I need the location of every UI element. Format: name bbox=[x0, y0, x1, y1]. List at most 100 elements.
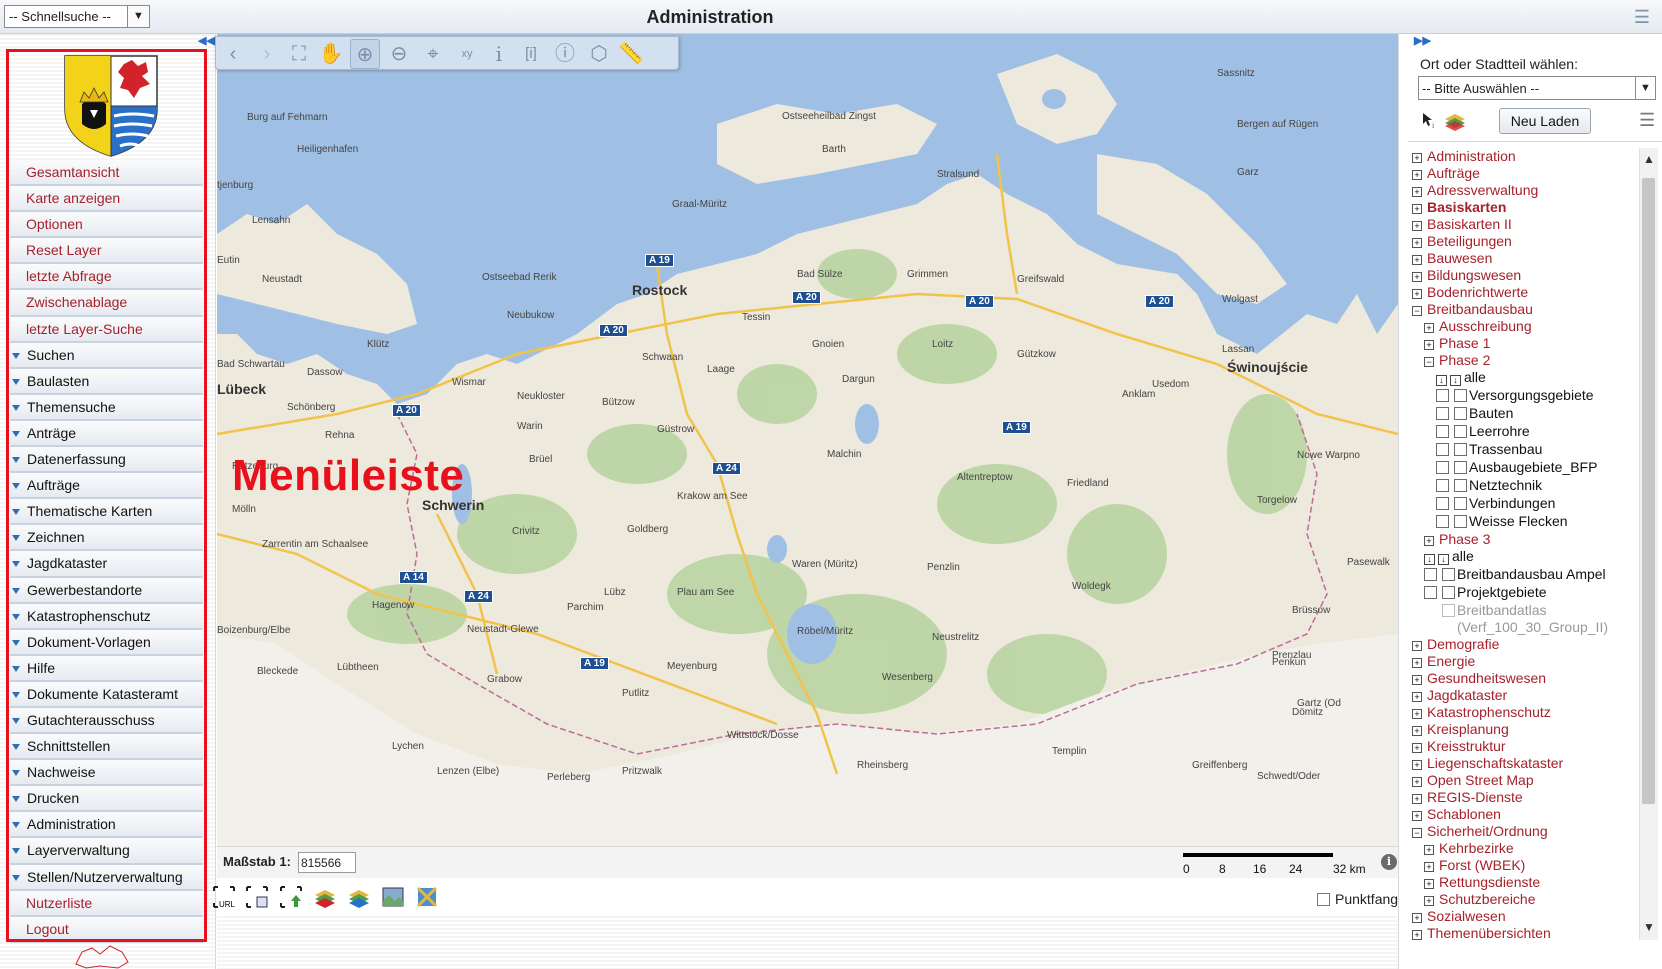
menu-item-zeichnen[interactable]: Zeichnen bbox=[10, 525, 203, 552]
expand-icon[interactable]: + bbox=[1412, 930, 1422, 940]
menu-item-layerverwaltung[interactable]: Layerverwaltung bbox=[10, 838, 203, 865]
expand-icon[interactable]: + bbox=[1424, 845, 1434, 855]
menu-item-gutachterausschuss[interactable]: Gutachterausschuss bbox=[10, 707, 203, 735]
layer-menu-icon[interactable]: ☰ bbox=[1639, 110, 1655, 131]
expand-icon[interactable]: + bbox=[1412, 811, 1422, 821]
collapse-left-icon[interactable]: ◀◀ bbox=[198, 34, 215, 48]
expand-icon[interactable]: + bbox=[1412, 170, 1422, 180]
save-extent-icon[interactable] bbox=[245, 885, 269, 909]
layer-tree-row[interactable]: (Verf_100_30_Group_II) bbox=[1408, 619, 1638, 636]
menu-item-suchen[interactable]: Suchen bbox=[10, 342, 203, 369]
layer-tree-row[interactable]: + Rettungsdienste bbox=[1408, 874, 1638, 891]
info-icon[interactable]: i bbox=[484, 39, 514, 69]
toggle-all-icon[interactable]: ↓ bbox=[1450, 375, 1461, 386]
layer-checkbox[interactable] bbox=[1436, 497, 1449, 510]
collapse-icon[interactable]: − bbox=[1412, 306, 1422, 316]
layer-tree-row[interactable]: + Forst (WBEK) bbox=[1408, 857, 1638, 874]
layer-checkbox[interactable] bbox=[1454, 407, 1467, 420]
menu-item-drucken[interactable]: Drucken bbox=[10, 786, 203, 813]
menu-item-anträge[interactable]: Anträge bbox=[10, 420, 203, 448]
scroll-up-icon[interactable]: ▲ bbox=[1640, 152, 1658, 166]
layer-checkbox[interactable] bbox=[1454, 515, 1467, 528]
layer-tree-row[interactable]: + Kehrbezirke bbox=[1408, 840, 1638, 857]
scale-input[interactable]: 815566 bbox=[298, 852, 356, 873]
layer-checkbox[interactable] bbox=[1424, 568, 1437, 581]
expand-icon[interactable]: + bbox=[1412, 658, 1422, 668]
layer-tree-row[interactable]: + Jagdkataster bbox=[1408, 687, 1638, 704]
load-extent-icon[interactable] bbox=[279, 885, 303, 909]
layer-checkbox[interactable] bbox=[1436, 515, 1449, 528]
load-layers-icon[interactable] bbox=[347, 885, 371, 909]
info-area-icon[interactable]: [i] bbox=[516, 39, 546, 69]
menu-item-stellen-nutzerverwaltung[interactable]: Stellen/Nutzerverwaltung bbox=[10, 864, 203, 891]
back-icon[interactable]: ‹ bbox=[218, 39, 248, 69]
layer-tree-row[interactable]: + Open Street Map bbox=[1408, 772, 1638, 789]
expand-icon[interactable]: + bbox=[1424, 879, 1434, 889]
layer-tree-row[interactable]: + Katastrophenschutz bbox=[1408, 704, 1638, 721]
expand-icon[interactable]: + bbox=[1412, 743, 1422, 753]
expand-icon[interactable]: + bbox=[1412, 187, 1422, 197]
layer-tree-row[interactable]: + REGIS-Dienste bbox=[1408, 789, 1638, 806]
hamburger-menu-icon[interactable]: ☰ bbox=[1634, 7, 1650, 28]
layer-tree-row[interactable]: + Demografie bbox=[1408, 636, 1638, 653]
layer-tree-row[interactable]: + Administration bbox=[1408, 148, 1638, 165]
layer-tree-row[interactable]: Ausbaugebiete_BFP bbox=[1408, 459, 1638, 477]
expand-icon[interactable]: + bbox=[1412, 272, 1422, 282]
menu-item-hilfe[interactable]: Hilfe bbox=[10, 655, 203, 682]
layer-checkbox[interactable] bbox=[1454, 479, 1467, 492]
layer-tree-row[interactable]: + Schablonen bbox=[1408, 806, 1638, 823]
layer-checkbox[interactable] bbox=[1436, 389, 1449, 402]
layer-tree-row[interactable]: ↓ ↓ alle bbox=[1408, 369, 1638, 387]
coordinates-icon[interactable]: xy bbox=[452, 39, 482, 69]
menu-item-jagdkataster[interactable]: Jagdkataster bbox=[10, 551, 203, 578]
layer-tree-row[interactable]: Netztechnik bbox=[1408, 477, 1638, 495]
menu-item-dokument-vorlagen[interactable]: Dokument-Vorlagen bbox=[10, 629, 203, 656]
layer-tree-row[interactable]: + Liegenschaftskataster bbox=[1408, 755, 1638, 772]
expand-icon[interactable]: + bbox=[1412, 760, 1422, 770]
menu-item-optionen[interactable]: Optionen bbox=[10, 212, 203, 239]
layer-tree-row[interactable]: Weisse Flecken bbox=[1408, 513, 1638, 531]
layer-tree-row[interactable]: − Breitbandausbau bbox=[1408, 301, 1638, 318]
info-polygon-icon[interactable]: ⬡ bbox=[584, 39, 614, 69]
menu-item-gewerbestandorte[interactable]: Gewerbestandorte bbox=[10, 577, 203, 604]
expand-icon[interactable]: + bbox=[1412, 709, 1422, 719]
menu-item-katastrophenschutz[interactable]: Katastrophenschutz bbox=[10, 603, 203, 630]
layer-tree-row[interactable]: ↓ ↓ alle bbox=[1408, 548, 1638, 566]
layer-tree-row[interactable]: + Themenübersichten bbox=[1408, 925, 1638, 942]
expand-icon[interactable]: + bbox=[1412, 238, 1422, 248]
layer-checkbox[interactable] bbox=[1436, 443, 1449, 456]
menu-item-letzte-layer-suche[interactable]: letzte Layer-Suche bbox=[10, 316, 203, 343]
menu-item-karte-anzeigen[interactable]: Karte anzeigen bbox=[10, 186, 203, 213]
menu-item-aufträge[interactable]: Aufträge bbox=[10, 473, 203, 500]
forward-icon[interactable]: › bbox=[252, 39, 282, 69]
layer-tree-row[interactable]: + Phase 1 bbox=[1408, 335, 1638, 352]
expand-icon[interactable]: + bbox=[1412, 153, 1422, 163]
layer-tree-row[interactable]: Breitbandatlas bbox=[1408, 602, 1638, 619]
layer-checkbox[interactable] bbox=[1436, 479, 1449, 492]
zoom-out-icon[interactable]: ⊖ bbox=[384, 39, 414, 69]
menu-item-nachweise[interactable]: Nachweise bbox=[10, 760, 203, 787]
url-extent-icon[interactable]: URL bbox=[212, 885, 236, 909]
layer-tree-row[interactable]: + Bauwesen bbox=[1408, 250, 1638, 267]
expand-icon[interactable]: + bbox=[1424, 862, 1434, 872]
expand-icon[interactable]: + bbox=[1412, 913, 1422, 923]
map-canvas[interactable] bbox=[217, 34, 1398, 846]
layer-tree-row[interactable]: Bauten bbox=[1408, 405, 1638, 423]
layer-tree-row[interactable]: Versorgungsgebiete bbox=[1408, 387, 1638, 405]
layer-checkbox[interactable] bbox=[1454, 389, 1467, 402]
cursor-info-icon[interactable]: i bbox=[1422, 112, 1438, 130]
menu-item-dokumente-katasteramt[interactable]: Dokumente Katasteramt bbox=[10, 681, 203, 708]
layer-tree-row[interactable]: + Phase 3 bbox=[1408, 531, 1638, 548]
layer-checkbox[interactable] bbox=[1436, 461, 1449, 474]
layer-checkbox[interactable] bbox=[1454, 425, 1467, 438]
layer-checkbox[interactable] bbox=[1442, 568, 1455, 581]
layer-tree-row[interactable]: − Sicherheit/Ordnung bbox=[1408, 823, 1638, 840]
menu-item-letzte-abfrage[interactable]: letzte Abfrage bbox=[10, 264, 203, 291]
layer-tree-row[interactable]: + Aufträge bbox=[1408, 165, 1638, 182]
reload-button[interactable]: Neu Laden bbox=[1499, 108, 1591, 134]
layer-tree-row[interactable]: Trassenbau bbox=[1408, 441, 1638, 459]
menu-item-schnittstellen[interactable]: Schnittstellen bbox=[10, 734, 203, 761]
layer-checkbox[interactable] bbox=[1424, 586, 1437, 599]
measure-ruler-icon[interactable]: 📏 bbox=[616, 39, 646, 69]
menu-item-thematische-karten[interactable]: Thematische Karten bbox=[10, 499, 203, 526]
